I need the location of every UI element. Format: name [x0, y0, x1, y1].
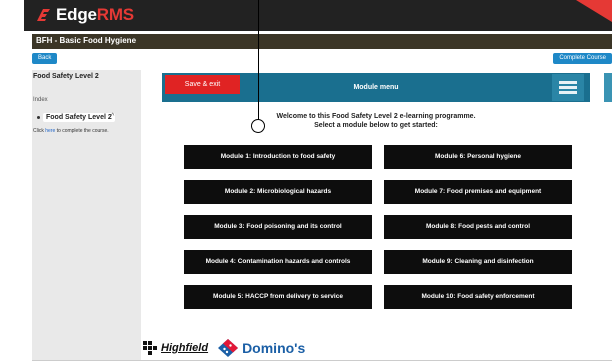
- bullet-icon: [37, 116, 40, 119]
- dominos-logo-icon: [218, 339, 239, 357]
- module-4-button[interactable]: Module 4: Contamination hazards and cont…: [184, 250, 372, 274]
- module-9-button[interactable]: Module 9: Cleaning and disinfection: [384, 250, 572, 274]
- sidebar-item-label: Food Safety Level 2: [43, 113, 115, 122]
- pointer-circle: [251, 119, 265, 133]
- welcome-line-2: Select a module below to get started:: [314, 122, 438, 129]
- module-8-button[interactable]: Module 8: Food pests and control: [384, 215, 572, 239]
- course-bar: BFH - Basic Food Hygiene: [32, 34, 612, 49]
- welcome-line-1: Welcome to this Food Safety Level 2 e-le…: [276, 113, 476, 120]
- sidebar-title: Food Safety Level 2: [33, 73, 99, 80]
- sidebar-note: Click here to complete the course.: [33, 128, 109, 134]
- save-exit-button[interactable]: Save & exit: [165, 75, 240, 94]
- brand-logo[interactable]: EdgeRMS: [35, 5, 134, 24]
- sidebar-index-label: Index: [33, 97, 48, 103]
- brand-name: EdgeRMS: [56, 5, 134, 24]
- top-bar: EdgeRMS: [24, 0, 612, 31]
- partner-logos: Highfield Domino's: [143, 339, 305, 357]
- app-frame: EdgeRMS BFH - Basic Food Hygiene Back Co…: [24, 0, 612, 361]
- module-menu-header: Module menu Save & exit: [162, 73, 590, 102]
- sidebar-item-food-safety[interactable]: Food Safety Level 2 ^: [33, 113, 131, 125]
- hamburger-icon[interactable]: [552, 74, 584, 101]
- module-1-button[interactable]: Module 1: Introduction to food safety: [184, 145, 372, 169]
- module-7-button[interactable]: Module 7: Food premises and equipment: [384, 180, 572, 204]
- sidebar: Food Safety Level 2 Index Food Safety Le…: [32, 70, 141, 361]
- side-tab[interactable]: [604, 73, 612, 102]
- corner-decoration: [576, 0, 612, 22]
- edge-logo-icon: [37, 9, 50, 21]
- highfield-logo-icon: [143, 341, 157, 355]
- welcome-text: Welcome to this Food Safety Level 2 e-le…: [162, 112, 590, 130]
- note-prefix: Click: [33, 128, 46, 134]
- module-2-button[interactable]: Module 2: Microbiological hazards: [184, 180, 372, 204]
- note-suffix: to complete the course.: [55, 128, 109, 134]
- chevron-up-icon[interactable]: ^: [111, 113, 114, 120]
- module-5-button[interactable]: Module 5: HACCP from delivery to service: [184, 285, 372, 309]
- course-title: BFH - Basic Food Hygiene: [36, 36, 137, 45]
- main-content: Module menu Save & exit Welcome to this …: [141, 70, 612, 361]
- complete-course-button[interactable]: Complete Course: [553, 53, 612, 64]
- module-10-button[interactable]: Module 10: Food safety enforcement: [384, 285, 572, 309]
- complete-link[interactable]: here: [45, 128, 55, 134]
- pointer-line: [258, 0, 259, 120]
- back-button[interactable]: Back: [32, 53, 58, 64]
- highfield-logo: Highfield: [161, 342, 209, 354]
- dominos-logo: Domino's: [242, 340, 306, 356]
- module-6-button[interactable]: Module 6: Personal hygiene: [384, 145, 572, 169]
- module-3-button[interactable]: Module 3: Food poisoning and its control: [184, 215, 372, 239]
